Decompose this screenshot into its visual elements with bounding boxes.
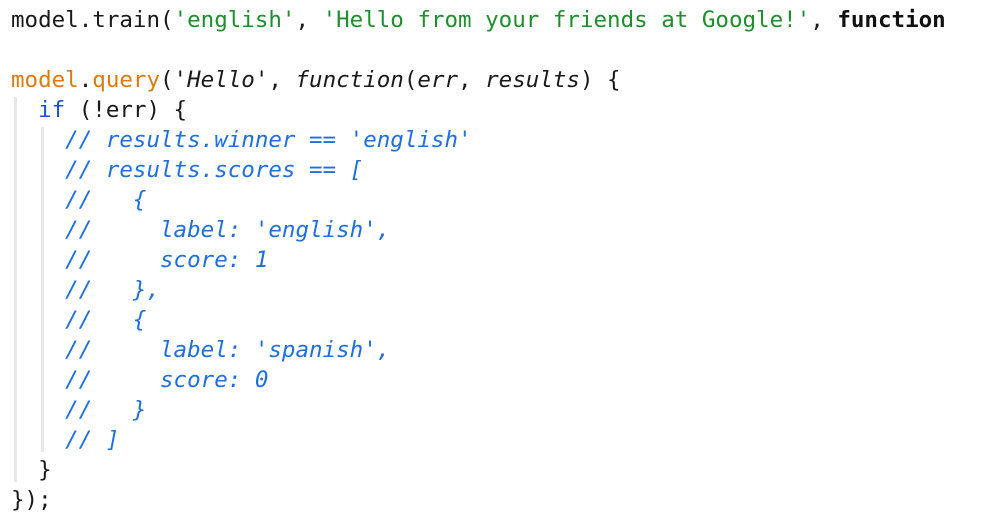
code-token: // results.scores == [ <box>11 157 364 183</box>
code-token: (' <box>160 67 188 93</box>
code-line: // label: 'english', <box>11 215 390 245</box>
code-token: } <box>11 457 52 483</box>
code-token: }); <box>11 487 52 513</box>
code-token: (!err) { <box>65 97 188 123</box>
code-line: // ] <box>11 425 119 455</box>
code-token: , <box>295 7 323 33</box>
code-token: , <box>810 7 838 33</box>
code-line: // results.winner == 'english' <box>11 125 472 155</box>
code-token: model <box>11 67 79 93</box>
code-token: function <box>837 7 946 33</box>
code-line: // results.scores == [ <box>11 155 363 185</box>
code-line: // { <box>11 305 146 335</box>
code-line: model.train('english', 'Hello from your … <box>11 5 946 35</box>
code-token: , <box>458 67 486 93</box>
code-token: // } <box>11 397 147 423</box>
code-token: 'english' <box>173 7 296 33</box>
code-token: 'Hello from your friends at Google!' <box>322 7 811 33</box>
code-line: if (!err) { <box>11 95 187 125</box>
code-token: // score: 0 <box>11 367 269 393</box>
code-token: // results.winner == 'english' <box>11 127 472 153</box>
code-token: err <box>417 67 459 93</box>
code-token: // label: 'english', <box>11 217 391 243</box>
code-token: // }, <box>11 277 161 303</box>
code-token: // { <box>11 307 147 333</box>
code-line: // score: 0 <box>11 365 268 395</box>
code-token: results <box>485 67 580 93</box>
code-token: query <box>92 67 161 93</box>
code-token: // ] <box>11 427 120 453</box>
code-token: if <box>38 97 66 123</box>
code-token: // { <box>11 187 147 213</box>
code-token: function <box>295 67 404 93</box>
code-line: // label: 'spanish', <box>11 335 390 365</box>
code-line: // score: 1 <box>11 245 268 275</box>
code-token: ', <box>254 67 296 93</box>
code-line: // { <box>11 185 146 215</box>
code-token: . <box>78 67 93 93</box>
code-line: }); <box>11 485 52 515</box>
code-token: // score: 1 <box>11 247 269 273</box>
code-token: ) { <box>579 67 621 93</box>
code-line: // }, <box>11 275 160 305</box>
code-token: ( <box>403 67 418 93</box>
code-line: model.query('Hello', function(err, resul… <box>11 65 621 95</box>
code-token: Hello <box>187 67 255 93</box>
code-token: // label: 'spanish', <box>11 337 391 363</box>
code-line: } <box>11 455 52 485</box>
code-editor[interactable]: model.train('english', 'Hello from your … <box>0 0 988 522</box>
code-token: model.train( <box>11 7 174 33</box>
code-line: // } <box>11 395 146 425</box>
